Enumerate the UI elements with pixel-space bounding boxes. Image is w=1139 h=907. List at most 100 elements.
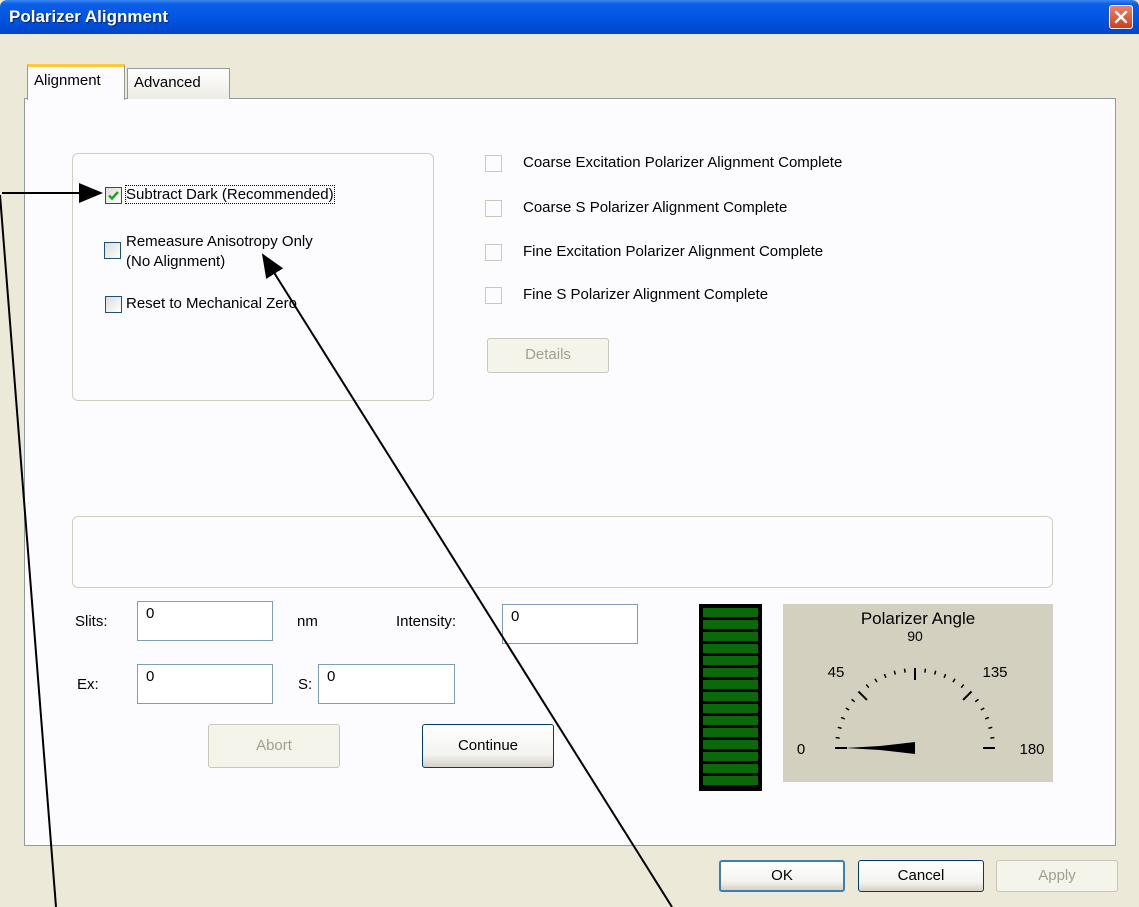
details-button-label: Details bbox=[525, 346, 571, 363]
tab-alignment-label: Alignment bbox=[34, 72, 101, 89]
status-label-coarse-excitation: Coarse Excitation Polarizer Alignment Co… bbox=[523, 154, 843, 171]
meter-segment bbox=[703, 632, 758, 641]
cancel-button[interactable]: Cancel bbox=[858, 860, 984, 892]
dialog-window: Polarizer Alignment Alignment Advanced S… bbox=[0, 0, 1139, 907]
gauge-needle bbox=[845, 742, 915, 754]
tab-alignment[interactable]: Alignment bbox=[27, 64, 125, 100]
ok-button[interactable]: OK bbox=[719, 860, 845, 892]
abort-button[interactable]: Abort bbox=[208, 724, 340, 768]
tab-advanced[interactable]: Advanced bbox=[127, 68, 230, 99]
meter-segment bbox=[703, 656, 758, 665]
reset-mechanical-zero-checkbox[interactable] bbox=[105, 296, 122, 313]
meter-segment bbox=[703, 764, 758, 773]
status-checkbox-coarse-s bbox=[485, 200, 502, 217]
ex-input-value: 0 bbox=[146, 668, 155, 685]
slits-input[interactable]: 0 bbox=[137, 601, 273, 641]
gauge-tick-45: 45 bbox=[828, 664, 845, 681]
status-label-coarse-s: Coarse S Polarizer Alignment Complete bbox=[523, 199, 788, 216]
slits-input-value: 0 bbox=[146, 605, 155, 622]
meter-segment bbox=[703, 620, 758, 629]
intensity-label: Intensity: bbox=[396, 613, 457, 630]
slits-label: Slits: bbox=[75, 613, 108, 630]
gauge-scale-tick bbox=[865, 684, 870, 689]
s-label: S: bbox=[298, 676, 313, 693]
ex-input[interactable]: 0 bbox=[137, 664, 273, 704]
intensity-input[interactable]: 0 bbox=[502, 604, 638, 644]
gauge-scale-tick bbox=[837, 726, 842, 730]
meter-segment bbox=[703, 704, 758, 713]
gauge-title: Polarizer Angle bbox=[861, 609, 975, 628]
meter-segment bbox=[703, 644, 758, 653]
continue-button-label: Continue bbox=[457, 737, 519, 754]
tab-advanced-label: Advanced bbox=[134, 74, 201, 91]
gauge-scale-tick bbox=[893, 670, 897, 675]
status-checkbox-fine-s bbox=[485, 287, 502, 304]
abort-button-label: Abort bbox=[256, 737, 292, 754]
gauge-scale-tick bbox=[990, 736, 995, 739]
meter-segment bbox=[703, 692, 758, 701]
gauge-scale-tick bbox=[874, 678, 878, 683]
gauge-tick-90: 90 bbox=[907, 628, 923, 644]
ok-button-label: OK bbox=[771, 867, 793, 884]
polarizer-angle-gauge: Polarizer Angle 90 45 135 0 180 bbox=[783, 604, 1053, 782]
gauge-scale-tick bbox=[980, 707, 985, 711]
gauge-scale bbox=[835, 668, 995, 749]
checkmark-icon bbox=[108, 191, 119, 201]
details-button[interactable]: Details bbox=[487, 338, 609, 373]
gauge-scale-tick bbox=[974, 698, 979, 703]
gauge-tick-135: 135 bbox=[982, 664, 1007, 681]
gauge-scale-tick bbox=[845, 707, 850, 711]
meter-segment bbox=[703, 752, 758, 761]
gauge-scale-tick bbox=[952, 678, 956, 683]
status-label-fine-s: Fine S Polarizer Alignment Complete bbox=[523, 286, 769, 303]
subtract-dark-checkbox[interactable] bbox=[105, 187, 122, 204]
gauge-scale-tick bbox=[960, 684, 965, 689]
close-icon bbox=[1114, 10, 1128, 24]
meter-segment bbox=[703, 668, 758, 677]
window-title: Polarizer Alignment bbox=[9, 7, 169, 26]
cancel-button-label: Cancel bbox=[897, 867, 945, 884]
intensity-level-meter bbox=[699, 604, 762, 791]
s-input[interactable]: 0 bbox=[318, 664, 455, 704]
meter-segment bbox=[703, 680, 758, 689]
continue-button[interactable]: Continue bbox=[422, 724, 554, 768]
gauge-tick-0: 0 bbox=[797, 741, 805, 758]
reset-mechanical-zero-label[interactable]: Reset to Mechanical Zero bbox=[126, 295, 297, 312]
gauge-scale-tick bbox=[883, 673, 887, 679]
gauge-scale-tick bbox=[984, 716, 990, 720]
status-checkbox-fine-excitation bbox=[485, 244, 502, 261]
meter-segment bbox=[703, 608, 758, 617]
status-checkbox-coarse-excitation bbox=[485, 155, 502, 172]
gauge-scale-tick bbox=[943, 673, 947, 679]
gauge-needle-shape bbox=[845, 742, 915, 754]
status-label-fine-excitation: Fine Excitation Polarizer Alignment Comp… bbox=[523, 243, 824, 260]
gauge-scale-tick bbox=[840, 716, 846, 720]
message-group bbox=[72, 516, 1053, 588]
gauge-scale-tick bbox=[835, 736, 840, 739]
gauge-scale-tick bbox=[962, 690, 973, 701]
gauge-scale-tick bbox=[933, 670, 937, 675]
gauge-tick-180: 180 bbox=[1019, 741, 1044, 758]
meter-segment bbox=[703, 740, 758, 749]
gauge-scale-tick bbox=[988, 726, 993, 730]
title-bar[interactable]: Polarizer Alignment bbox=[0, 0, 1139, 34]
gauge-scale-tick bbox=[903, 668, 906, 673]
gauge-dial: Polarizer Angle 90 45 135 0 180 bbox=[797, 609, 1045, 758]
ex-label: Ex: bbox=[77, 676, 99, 693]
meter-segment bbox=[703, 728, 758, 737]
intensity-input-value: 0 bbox=[511, 608, 520, 625]
slits-unit-label: nm bbox=[297, 613, 318, 630]
meter-segment bbox=[703, 776, 758, 785]
close-button[interactable] bbox=[1109, 5, 1133, 29]
meter-segment bbox=[703, 716, 758, 725]
apply-button-label: Apply bbox=[1038, 867, 1076, 884]
remeasure-anisotropy-checkbox[interactable] bbox=[104, 242, 121, 259]
remeasure-anisotropy-label-line2[interactable]: (No Alignment) bbox=[126, 253, 225, 270]
gauge-scale-tick bbox=[857, 690, 868, 701]
s-input-value: 0 bbox=[327, 668, 336, 685]
apply-button[interactable]: Apply bbox=[996, 860, 1118, 892]
subtract-dark-label[interactable]: Subtract Dark (Recommended) bbox=[125, 185, 335, 204]
remeasure-anisotropy-label-line1[interactable]: Remeasure Anisotropy Only bbox=[126, 233, 313, 250]
gauge-scale-tick bbox=[851, 698, 856, 703]
gauge-scale-tick bbox=[924, 668, 927, 673]
